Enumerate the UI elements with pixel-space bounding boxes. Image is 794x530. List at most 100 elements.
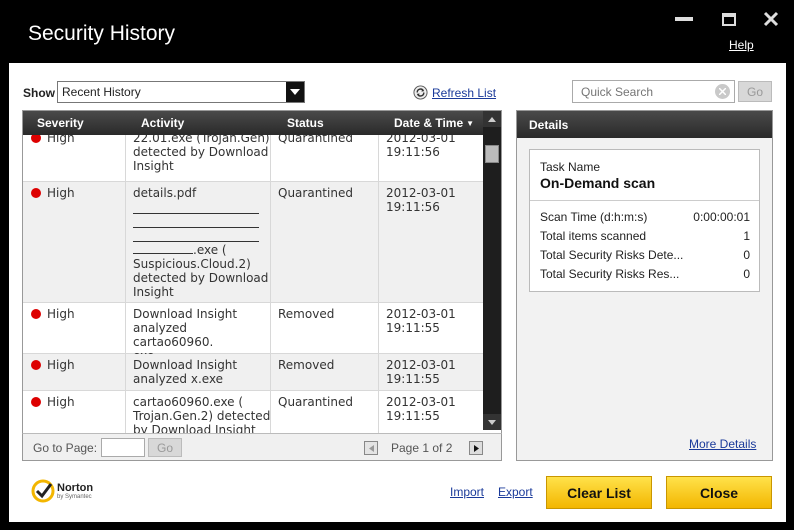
activity-line: detected by Download (133, 271, 269, 285)
main-content: Show Recent History Refresh List Go (9, 63, 786, 522)
arrow-down-icon (488, 419, 496, 425)
export-link[interactable]: Export (498, 485, 533, 499)
history-filter-select[interactable]: Recent History (57, 81, 305, 103)
date-text: 2012-03-01 (386, 307, 456, 321)
time-text: 19:11:55 (386, 409, 440, 423)
column-header-activity[interactable]: Activity (141, 116, 184, 130)
arrow-left-icon (368, 444, 374, 452)
table-row[interactable]: High details.pdf .exe ( Suspicious.Cloud… (23, 182, 483, 303)
column-header-severity[interactable]: Severity (37, 116, 84, 130)
help-link[interactable]: Help (729, 38, 754, 52)
search-go-button[interactable]: Go (738, 81, 772, 102)
refresh-icon (413, 85, 428, 100)
activity-line: Suspicious.Cloud.2) (133, 257, 251, 271)
activity-cell: details.pdf .exe ( Suspicious.Cloud.2) d… (133, 186, 271, 299)
severity-text: High (47, 395, 75, 409)
time-text: 19:11:56 (386, 200, 440, 214)
status-cell: Quarantined (278, 395, 353, 409)
title-bar: Security History Help (0, 0, 794, 62)
activity-line: details.pdf (133, 186, 197, 200)
date-text: 2012-03-01 (386, 186, 456, 200)
refresh-list-link[interactable]: Refresh List (432, 86, 496, 100)
close-window-button[interactable] (758, 8, 784, 30)
stat-value: 1 (743, 229, 750, 243)
severity-high-icon (31, 360, 41, 370)
stat-label: Total Security Risks Res... (540, 267, 680, 281)
quick-search (572, 80, 735, 103)
search-input[interactable] (573, 81, 713, 102)
status-cell: Removed (278, 358, 335, 372)
date-text: 2012-03-01 (386, 358, 456, 372)
list-body[interactable]: High 22.01.exe (Trojan.Gen) detected by … (23, 135, 483, 454)
stat-value: 0 (743, 267, 750, 281)
scroll-down-button[interactable] (483, 414, 501, 430)
norton-check-icon (31, 479, 55, 503)
page-indicator: Page 1 of 2 (391, 441, 453, 455)
table-row[interactable]: High Download Insight analyzed x.exe Rem… (23, 354, 483, 391)
severity-high-icon (31, 135, 41, 143)
activity-line: Trojan.Gen.2) detected (133, 409, 271, 423)
activity-line: Insight (133, 159, 174, 173)
task-name-value: On-Demand scan (540, 175, 656, 191)
redacted-line (133, 228, 259, 242)
redacted-line (133, 200, 259, 214)
previous-page-button[interactable] (364, 441, 378, 455)
norton-logo: Norton by Symantec (31, 479, 93, 503)
goto-page-input[interactable] (101, 438, 145, 457)
status-cell: Quarantined (278, 135, 353, 145)
status-cell: Quarantined (278, 186, 353, 200)
activity-line-suffix: .exe ( (193, 243, 227, 257)
table-row[interactable]: High Download Insight analyzed cartao609… (23, 303, 483, 363)
scroll-up-button[interactable] (483, 111, 501, 127)
activity-cell: Download Insight analyzed x.exe (133, 358, 271, 386)
severity-cell: High (31, 135, 75, 145)
minimize-icon (675, 17, 693, 21)
column-header-status[interactable]: Status (287, 116, 324, 130)
clear-list-button[interactable]: Clear List (546, 476, 652, 509)
table-row[interactable]: High 22.01.exe (Trojan.Gen) detected by … (23, 135, 483, 182)
date-cell: 2012-03-01 19:11:56 (386, 135, 481, 159)
severity-high-icon (31, 309, 41, 319)
goto-page-go-button[interactable]: Go (148, 438, 182, 457)
time-text: 19:11:56 (386, 145, 440, 159)
history-list: Severity Activity Status Date & Time ▼ Hi… (22, 110, 502, 461)
stat-label: Total Security Risks Dete... (540, 248, 684, 262)
activity-line: Download Insight (133, 358, 238, 372)
security-history-window: Security History Help Show Recent Histor… (0, 0, 794, 530)
severity-cell: High (31, 358, 75, 372)
next-page-button[interactable] (469, 441, 483, 455)
activity-line: 22.01.exe (Trojan.Gen) (133, 135, 270, 145)
minimize-button[interactable] (671, 8, 697, 30)
severity-high-icon (31, 397, 41, 407)
maximize-button[interactable] (716, 8, 742, 30)
sort-descending-icon: ▼ (466, 119, 475, 129)
activity-line: detected by Download (133, 145, 269, 159)
brand-subtitle: by Symantec (57, 493, 92, 500)
arrow-right-icon (473, 444, 479, 452)
activity-cell: 22.01.exe (Trojan.Gen) detected by Downl… (133, 135, 271, 173)
history-filter-value: Recent History (62, 85, 141, 99)
close-icon (763, 11, 779, 27)
severity-cell: High (31, 307, 75, 321)
details-panel: Details Task Name On-Demand scan Scan Ti… (516, 110, 773, 461)
redacted-line (133, 214, 259, 228)
severity-text: High (47, 186, 75, 200)
severity-text: High (47, 307, 75, 321)
maximize-icon (722, 12, 736, 26)
refresh-control[interactable]: Refresh List (413, 85, 496, 100)
date-cell: 2012-03-01 19:11:55 (386, 395, 481, 423)
scroll-thumb[interactable] (485, 145, 499, 163)
close-button[interactable]: Close (666, 476, 772, 509)
severity-text: High (47, 135, 75, 145)
import-link[interactable]: Import (450, 485, 484, 499)
list-scrollbar[interactable] (483, 111, 501, 430)
clear-search-button[interactable] (715, 84, 730, 99)
pagination-bar: Go to Page: Go Page 1 of 2 (22, 433, 502, 461)
clear-icon (719, 88, 726, 95)
task-name-label: Task Name (540, 160, 601, 174)
column-header-date-time[interactable]: Date & Time ▼ (394, 116, 474, 130)
stat-label: Total items scanned (540, 229, 647, 243)
more-details-link[interactable]: More Details (689, 437, 756, 451)
date-cell: 2012-03-01 19:11:55 (386, 307, 481, 335)
list-header: Severity Activity Status Date & Time ▼ (23, 111, 483, 135)
